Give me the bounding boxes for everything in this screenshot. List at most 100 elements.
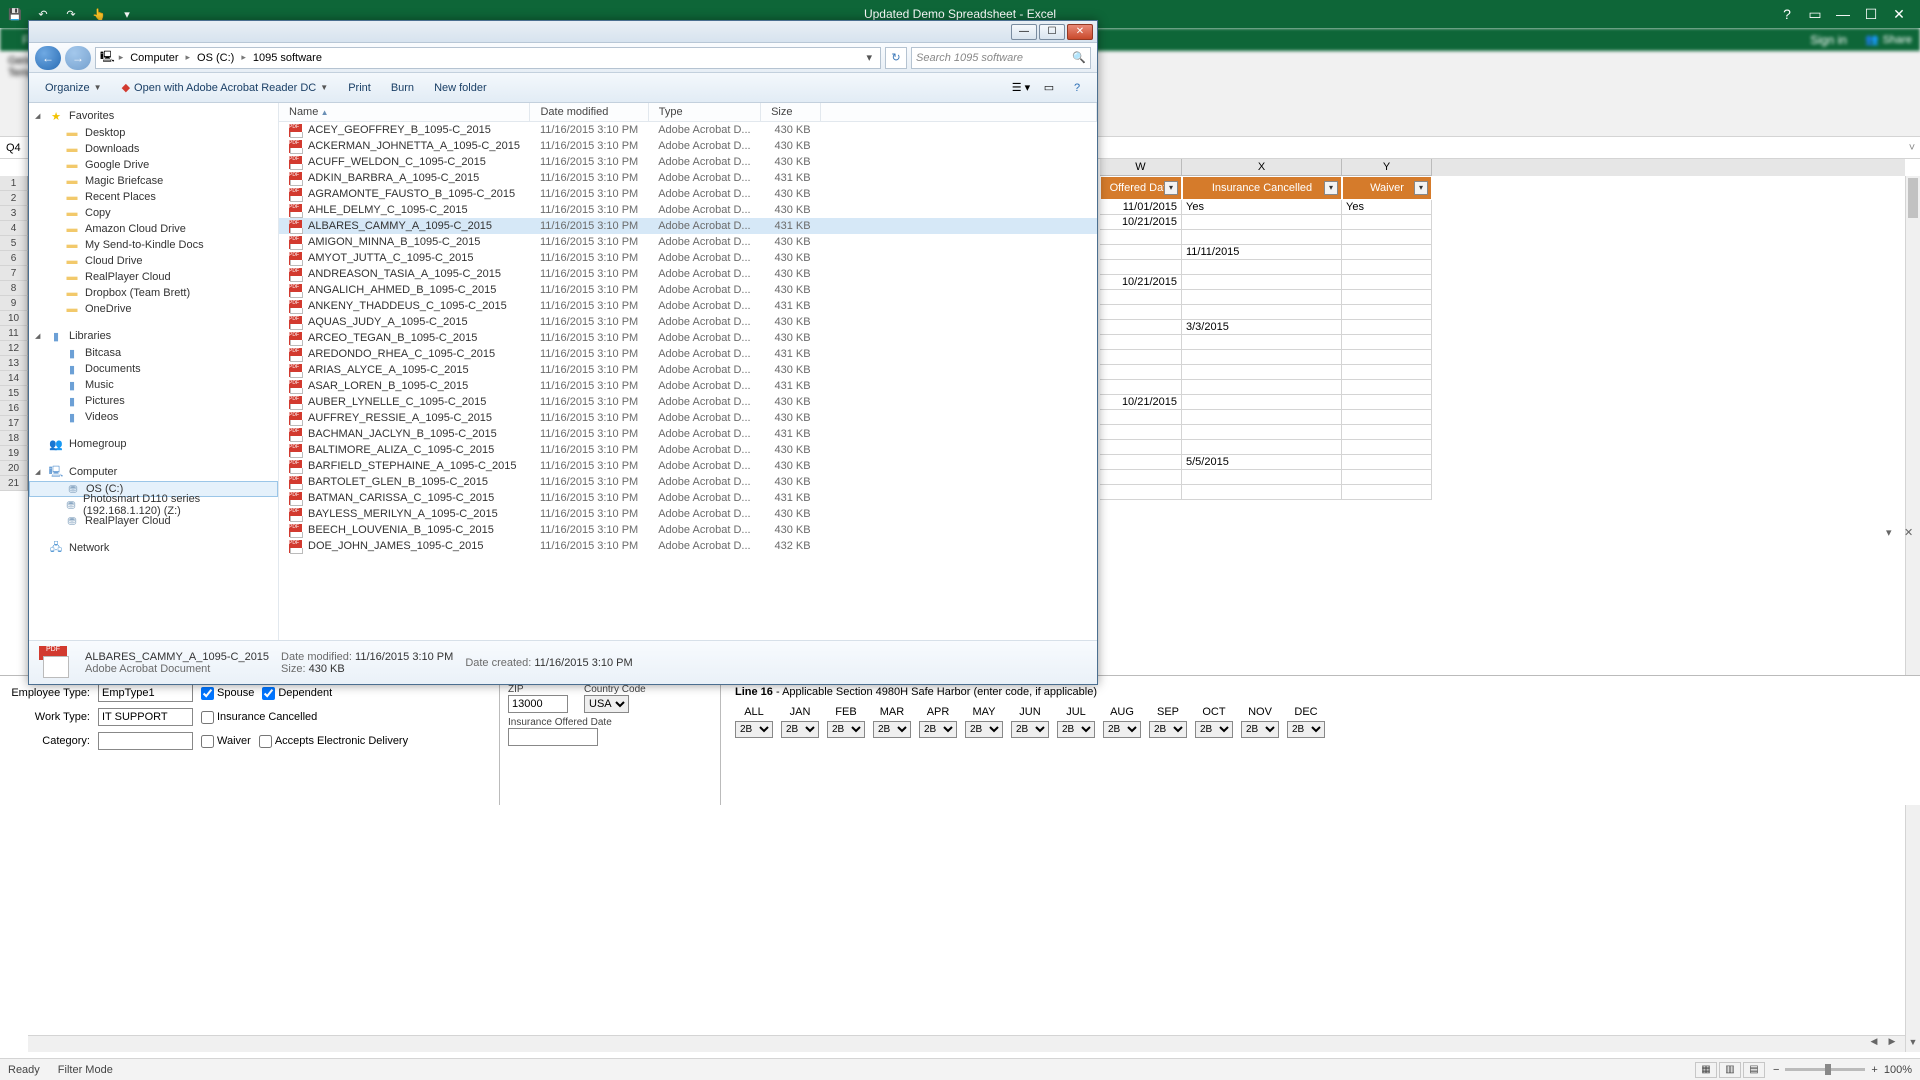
file-row[interactable]: BALTIMORE_ALIZA_C_1095-C_201511/16/2015 … — [279, 442, 1097, 458]
month-select[interactable]: 2B — [1241, 721, 1279, 738]
tree-item[interactable]: ▮Bitcasa — [29, 345, 278, 361]
accepts-electronic-checkbox[interactable]: Accepts Electronic Delivery — [259, 735, 408, 748]
cell[interactable] — [1342, 245, 1432, 260]
work-type-input[interactable] — [98, 708, 193, 726]
cell[interactable] — [1182, 440, 1342, 455]
file-row[interactable]: BEECH_LOUVENIA_B_1095-C_201511/16/2015 3… — [279, 522, 1097, 538]
tree-item[interactable]: ▮Videos — [29, 409, 278, 425]
cell[interactable]: 11/11/2015 — [1182, 245, 1342, 260]
file-row[interactable]: AUFFREY_RESSIE_A_1095-C_201511/16/2015 3… — [279, 410, 1097, 426]
cell[interactable] — [1100, 455, 1182, 470]
file-name-cell[interactable]: BARTOLET_GLEN_B_1095-C_2015 — [279, 474, 530, 490]
cell[interactable] — [1342, 215, 1432, 230]
breadcrumb-seg[interactable]: OS (C:) — [194, 52, 237, 64]
cell[interactable] — [1342, 230, 1432, 245]
open-with-button[interactable]: ◆Open with Adobe Acrobat Reader DC▼ — [114, 77, 337, 98]
file-row[interactable]: ARIAS_ALYCE_A_1095-C_201511/16/2015 3:10… — [279, 362, 1097, 378]
file-name-cell[interactable]: BACHMAN_JACLYN_B_1095-C_2015 — [279, 426, 530, 442]
tree-libraries[interactable]: ▮Libraries — [29, 327, 278, 345]
tree-item[interactable]: ▬Desktop — [29, 125, 278, 141]
spouse-checkbox[interactable]: Spouse — [201, 687, 254, 700]
month-select[interactable]: 2B — [827, 721, 865, 738]
table-row[interactable] — [1100, 305, 1905, 320]
search-icon[interactable]: 🔍 — [1072, 51, 1086, 64]
file-name-cell[interactable]: ACKERMAN_JOHNETTA_A_1095-C_2015 — [279, 138, 530, 154]
file-row[interactable]: ANGALICH_AHMED_B_1095-C_201511/16/2015 3… — [279, 282, 1097, 298]
cell[interactable] — [1342, 290, 1432, 305]
burn-button[interactable]: Burn — [383, 78, 422, 98]
row-header[interactable]: 21 — [0, 476, 28, 491]
tree-item[interactable]: ▬Amazon Cloud Drive — [29, 221, 278, 237]
cell[interactable]: 10/21/2015 — [1100, 395, 1182, 410]
row-header[interactable]: 12 — [0, 341, 28, 356]
file-row[interactable]: ALBARES_CAMMY_A_1095-C_201511/16/2015 3:… — [279, 218, 1097, 234]
cell[interactable] — [1100, 290, 1182, 305]
filter-icon[interactable]: ▾ — [1324, 181, 1338, 195]
breadcrumb-bar[interactable]: 🖳▸ Computer▸ OS (C:)▸ 1095 software ▾ — [95, 47, 881, 69]
cell[interactable] — [1342, 425, 1432, 440]
month-select[interactable]: 2B — [1103, 721, 1141, 738]
cell[interactable]: 5/5/2015 — [1182, 455, 1342, 470]
cell[interactable] — [1342, 380, 1432, 395]
cell[interactable] — [1182, 395, 1342, 410]
file-name-cell[interactable]: ASAR_LOREN_B_1095-C_2015 — [279, 378, 530, 394]
file-name-cell[interactable]: ADKIN_BARBRA_A_1095-C_2015 — [279, 170, 530, 186]
file-name-cell[interactable]: ANDREASON_TASIA_A_1095-C_2015 — [279, 266, 530, 282]
cell[interactable] — [1182, 485, 1342, 500]
file-row[interactable]: AREDONDO_RHEA_C_1095-C_201511/16/2015 3:… — [279, 346, 1097, 362]
file-name-cell[interactable]: AUBER_LYNELLE_C_1095-C_2015 — [279, 394, 530, 410]
file-row[interactable]: ADKIN_BARBRA_A_1095-C_201511/16/2015 3:1… — [279, 170, 1097, 186]
new-folder-button[interactable]: New folder — [426, 78, 495, 98]
filter-icon[interactable]: ▾ — [1414, 181, 1428, 195]
table-row[interactable] — [1100, 485, 1905, 500]
breadcrumb-dropdown-icon[interactable]: ▾ — [862, 51, 876, 64]
table-header-insurance-cancelled[interactable]: Insurance Cancelled▾ — [1182, 176, 1342, 200]
month-select[interactable]: 2B — [1011, 721, 1049, 738]
file-name-cell[interactable]: ACUFF_WELDON_C_1095-C_2015 — [279, 154, 530, 170]
scroll-down-icon[interactable]: ▼ — [1906, 1037, 1920, 1052]
organize-button[interactable]: Organize▼ — [37, 78, 110, 98]
cell[interactable]: 10/21/2015 — [1100, 275, 1182, 290]
table-header-waiver[interactable]: Waiver▾ — [1342, 176, 1432, 200]
cell[interactable] — [1100, 470, 1182, 485]
table-row[interactable] — [1100, 290, 1905, 305]
zip-input[interactable] — [508, 695, 568, 713]
table-row[interactable] — [1100, 365, 1905, 380]
table-row[interactable] — [1100, 410, 1905, 425]
tree-homegroup[interactable]: 👥Homegroup — [29, 435, 278, 453]
file-list[interactable]: Name Date modified Type Size ACEY_GEOFFR… — [279, 103, 1097, 640]
file-row[interactable]: AGRAMONTE_FAUSTO_B_1095-C_201511/16/2015… — [279, 186, 1097, 202]
category-input[interactable] — [98, 732, 193, 750]
cell[interactable] — [1100, 365, 1182, 380]
cell[interactable] — [1182, 350, 1342, 365]
row-header[interactable]: 19 — [0, 446, 28, 461]
row-header[interactable]: 18 — [0, 431, 28, 446]
table-row[interactable] — [1100, 470, 1905, 485]
row-header[interactable]: 8 — [0, 281, 28, 296]
file-name-cell[interactable]: ACEY_GEOFFREY_B_1095-C_2015 — [279, 122, 530, 138]
col-header-w[interactable]: W — [1100, 159, 1182, 176]
col-header-x[interactable]: X — [1182, 159, 1342, 176]
ribbon-display-icon[interactable]: ▭ — [1808, 7, 1822, 21]
cell[interactable] — [1182, 410, 1342, 425]
file-name-cell[interactable]: BALTIMORE_ALIZA_C_1095-C_2015 — [279, 442, 530, 458]
file-row[interactable]: AMYOT_JUTTA_C_1095-C_201511/16/2015 3:10… — [279, 250, 1097, 266]
cell[interactable] — [1100, 425, 1182, 440]
file-name-cell[interactable]: AREDONDO_RHEA_C_1095-C_2015 — [279, 346, 530, 362]
preview-pane-button[interactable]: ▭ — [1037, 77, 1061, 99]
table-row[interactable]: 10/21/2015 — [1100, 275, 1905, 290]
month-select[interactable]: 2B — [1287, 721, 1325, 738]
cell[interactable] — [1100, 380, 1182, 395]
cell[interactable] — [1182, 470, 1342, 485]
cell[interactable] — [1342, 470, 1432, 485]
cell[interactable]: 3/3/2015 — [1182, 320, 1342, 335]
month-select[interactable]: 2B — [781, 721, 819, 738]
tree-item[interactable]: ▬Cloud Drive — [29, 253, 278, 269]
row-header[interactable]: 2 — [0, 191, 28, 206]
file-row[interactable]: AHLE_DELMY_C_1095-C_201511/16/2015 3:10 … — [279, 202, 1097, 218]
table-row[interactable] — [1100, 260, 1905, 275]
cell[interactable] — [1100, 305, 1182, 320]
cell[interactable] — [1182, 275, 1342, 290]
cell[interactable] — [1100, 485, 1182, 500]
row-header[interactable]: 3 — [0, 206, 28, 221]
